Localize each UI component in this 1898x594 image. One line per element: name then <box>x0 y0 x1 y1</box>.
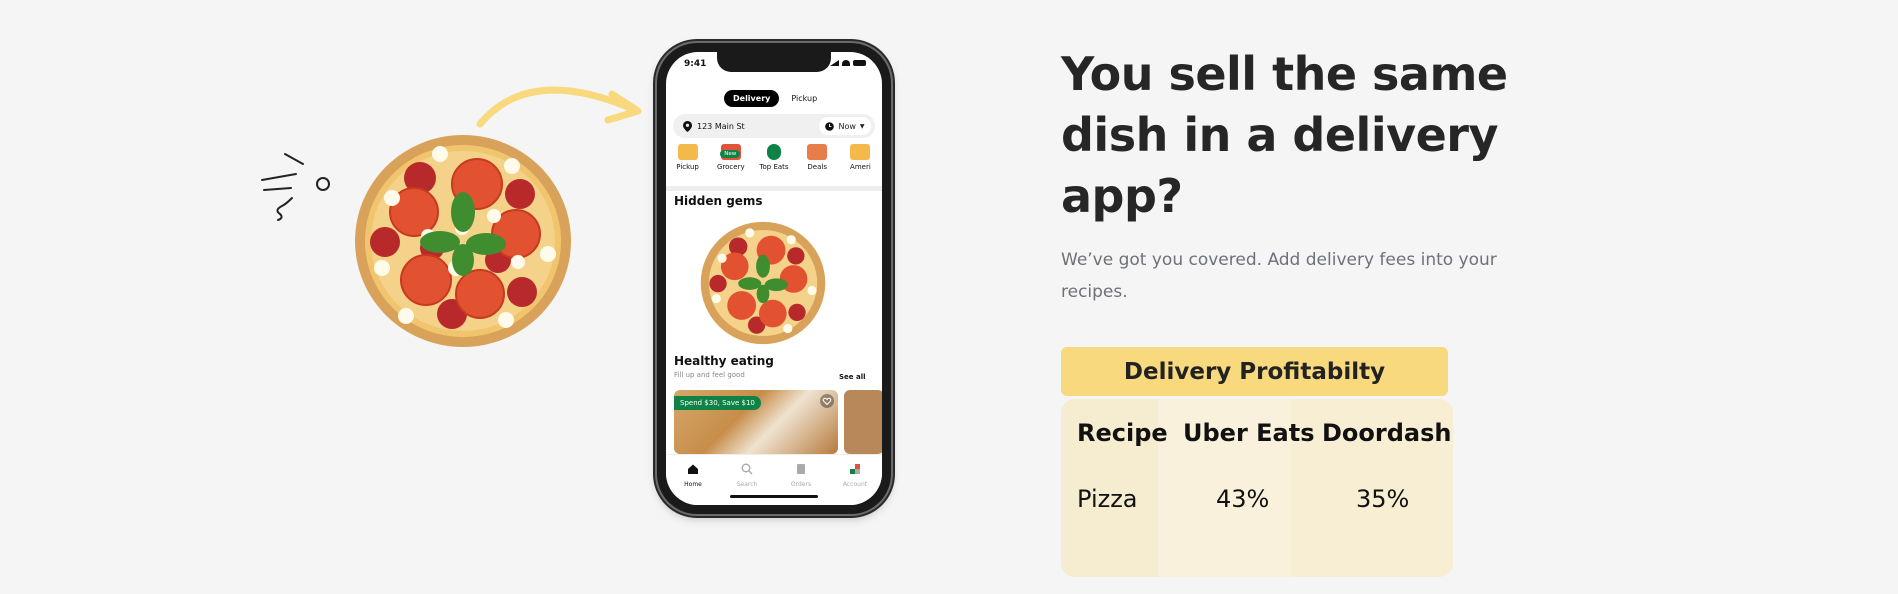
category-label: Pickup <box>676 163 699 171</box>
see-all-link[interactable]: See all <box>839 373 866 381</box>
deals-icon <box>807 144 828 160</box>
category-label: Ameri <box>850 163 871 171</box>
section-subtitle: Fill up and feel good <box>674 371 745 379</box>
wifi-icon <box>842 60 850 66</box>
home-icon <box>688 464 698 474</box>
headline-line: app? <box>1061 169 1183 223</box>
profitability-table: Recipe Uber Eats Doordash Pizza 43% 35% <box>1061 399 1453 577</box>
new-badge: New <box>720 150 741 158</box>
time-select[interactable]: Now ▼ <box>819 117 871 135</box>
promo-badge: Spend $30, Save $10 <box>674 396 761 410</box>
tab-delivery[interactable]: Delivery <box>724 90 780 107</box>
table-header-recipe: Recipe <box>1077 419 1168 447</box>
profitability-banner: Delivery Profitabilty <box>1061 347 1448 396</box>
motion-lines-icon <box>261 153 330 221</box>
tab-pickup[interactable]: Pickup <box>785 90 823 107</box>
chevron-down-icon: ▼ <box>859 122 865 130</box>
phone-notch <box>717 52 831 72</box>
address-text: 123 Main St <box>697 121 745 131</box>
category-american[interactable]: Ameri <box>839 144 882 184</box>
section-title-healthy-eating: Healthy eating <box>674 354 774 368</box>
time-select-label: Now <box>838 121 856 131</box>
category-label: Grocery <box>717 163 745 171</box>
account-icon <box>850 464 860 474</box>
food-card[interactable]: Spend $30, Save $10 <box>674 390 838 454</box>
search-icon <box>741 463 753 475</box>
category-grocery[interactable]: New Grocery <box>709 144 752 184</box>
headline-line: You sell the same <box>1061 47 1508 101</box>
phone-mockup: 9:41 Delivery Pickup 123 Main St Now ▼ P… <box>657 43 891 514</box>
table-header-uber-eats: Uber Eats <box>1183 419 1315 447</box>
location-pin-icon <box>683 120 692 132</box>
category-top-eats[interactable]: Top Eats <box>752 144 795 184</box>
signal-icon <box>830 60 839 66</box>
table-cell-doordash: 35% <box>1356 485 1410 513</box>
section-title-hidden-gems: Hidden gems <box>674 194 763 208</box>
category-row: Pickup New Grocery Top Eats Deals Ameri <box>666 144 882 184</box>
table-cell-uber-eats: 43% <box>1216 485 1270 513</box>
mode-toggle: Delivery Pickup <box>724 90 823 107</box>
headline-line: dish in a delivery <box>1061 108 1498 162</box>
tab-label: Orders <box>790 481 812 488</box>
pizza-image <box>355 135 571 347</box>
battery-icon <box>853 60 866 66</box>
food-card[interactable] <box>844 390 882 454</box>
category-label: Deals <box>807 163 827 171</box>
status-time: 9:41 <box>684 59 707 69</box>
table-header-doordash: Doordash <box>1322 419 1452 447</box>
category-pickup[interactable]: Pickup <box>666 144 709 184</box>
status-icons <box>830 60 866 66</box>
tab-label: Search <box>736 481 758 488</box>
clock-icon <box>825 121 835 131</box>
home-indicator <box>730 495 818 498</box>
tab-label: Home <box>684 481 702 488</box>
tab-account[interactable]: Account <box>828 455 882 505</box>
tab-label: Account <box>842 481 868 488</box>
american-icon <box>850 144 871 160</box>
section-divider <box>666 186 882 191</box>
heart-icon[interactable] <box>820 394 834 408</box>
top-eats-icon <box>767 144 781 160</box>
phone-screen: 9:41 Delivery Pickup 123 Main St Now ▼ P… <box>666 52 882 505</box>
table-cell-recipe: Pizza <box>1077 485 1138 513</box>
subtext: We’ve got you covered. Add delivery fees… <box>1061 250 1497 302</box>
address-bar[interactable]: 123 Main St Now ▼ <box>673 114 875 138</box>
headline: You sell the same dish in a delivery app… <box>1061 44 1521 227</box>
category-deals[interactable]: Deals <box>796 144 839 184</box>
category-label: Top Eats <box>759 163 789 171</box>
pizza-thumbnail[interactable] <box>699 220 827 346</box>
arrow-icon <box>476 86 642 128</box>
tab-home[interactable]: Home <box>666 455 720 505</box>
bag-icon <box>677 144 698 160</box>
orders-icon <box>797 464 805 474</box>
